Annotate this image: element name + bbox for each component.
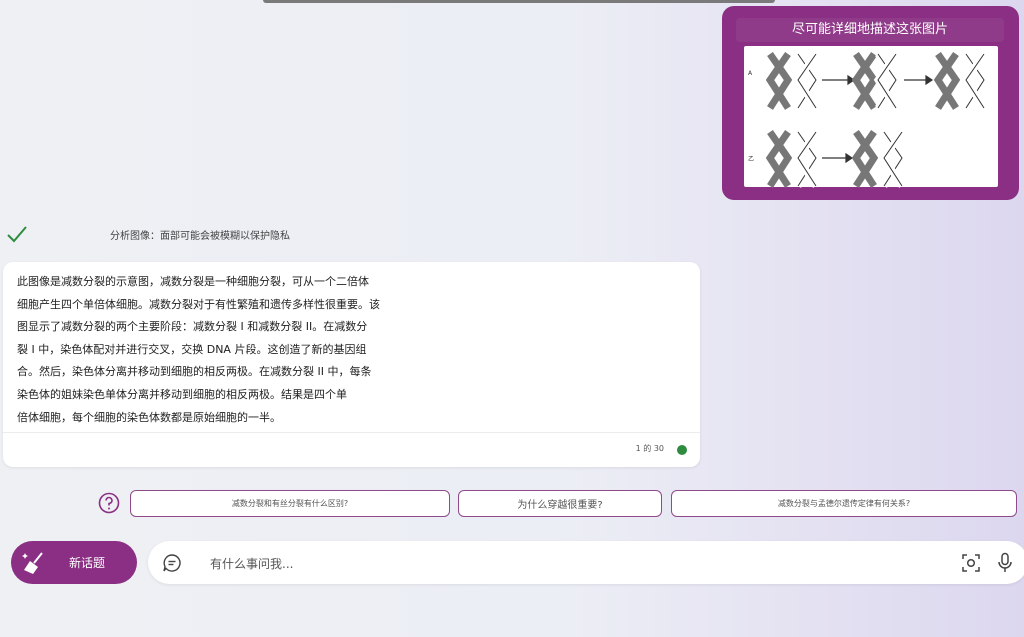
status-dot — [677, 445, 687, 455]
answer-line: 细胞产生四个单倍体细胞。减数分裂对于有性繁殖和遗传多样性很重要。该 — [17, 297, 380, 311]
status-text: 分析图像：面部可能会被模糊以保护隐私 — [110, 231, 290, 242]
question-circle-icon[interactable] — [98, 492, 120, 514]
microphone-icon[interactable] — [996, 552, 1014, 574]
chat-input[interactable] — [208, 552, 912, 576]
answer-divider — [3, 432, 700, 433]
image-row-label-a: A — [748, 70, 753, 77]
answer-line: 染色体的姐妹染色单体分离并移动到细胞的相反两极。结果是四个单 — [17, 387, 347, 401]
answer-line: 合。然后，染色体分离并移动到细胞的相反两极。在减数分裂 II 中，每条 — [17, 365, 372, 379]
suggestion-button-1[interactable]: 减数分裂和有丝分裂有什么区别? — [130, 490, 450, 517]
new-topic-label: 新话题 — [69, 556, 106, 570]
new-topic-button[interactable]: 新话题 — [11, 541, 137, 584]
answer-line: 裂 I 中，染色体配对并进行交叉，交换 DNA 片段。这创造了新的基因组 — [17, 342, 367, 356]
window-top-bar — [263, 0, 775, 3]
response-count: 1 的 30 — [635, 444, 664, 453]
answer-line: 此图像是减数分裂的示意图，减数分裂是一种细胞分裂，可从一个二倍体 — [17, 275, 369, 288]
user-message-bubble: 尽可能详细地描述这张图片 A 乙 — [722, 6, 1019, 200]
user-message-text: 尽可能详细地描述这张图片 — [736, 18, 1004, 42]
answer-line: 倍体细胞，每个细胞的染色体数都是原始细胞的一半。 — [17, 410, 281, 424]
chat-bubble-icon — [163, 554, 181, 572]
broom-icon — [22, 552, 43, 574]
suggestion-button-3[interactable]: 减数分裂与孟德尔遗传定律有何关系? — [671, 490, 1017, 517]
answer-text: 此图像是减数分裂的示意图，减数分裂是一种细胞分裂，可从一个二倍体 细胞产生四个单… — [17, 271, 419, 429]
chat-input-bar — [148, 541, 1024, 584]
image-row-label-b: 乙 — [748, 156, 755, 163]
chromosome-row-a — [766, 52, 989, 110]
image-scan-icon[interactable] — [961, 553, 981, 573]
suggestion-button-2[interactable]: 为什么穿越很重要? — [458, 490, 662, 517]
attached-meiosis-image[interactable]: A 乙 — [744, 46, 998, 188]
answer-line: 图显示了减数分裂的两个主要阶段：减数分裂 I 和减数分裂 II。在减数分 — [17, 320, 368, 334]
image-analysis-status: 分析图像：面部可能会被模糊以保护隐私 — [6, 224, 386, 246]
assistant-answer-card: 此图像是减数分裂的示意图，减数分裂是一种细胞分裂，可从一个二倍体 细胞产生四个单… — [3, 262, 700, 467]
check-icon — [7, 226, 27, 243]
chromosome-row-b — [766, 130, 907, 188]
